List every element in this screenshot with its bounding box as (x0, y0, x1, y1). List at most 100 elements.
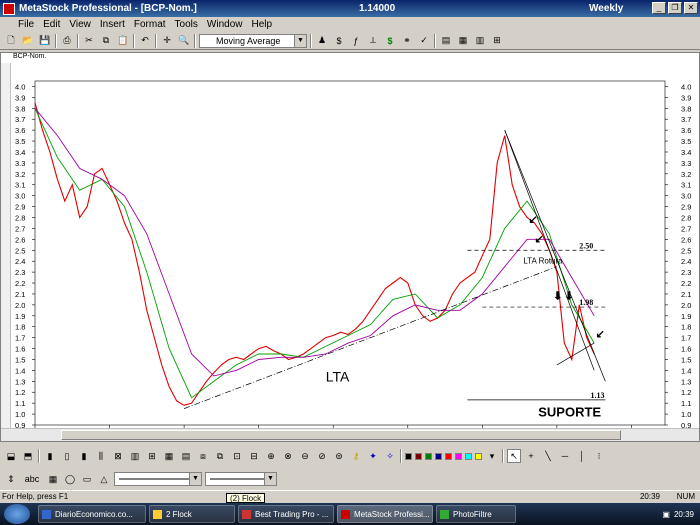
formula-icon[interactable]: ƒ (349, 34, 363, 48)
chevron-down-icon[interactable]: ▼ (264, 473, 276, 485)
y-tick-label-right: 2.3 (681, 268, 691, 277)
app-icon[interactable] (3, 2, 15, 15)
grid-icon[interactable]: ▦ (46, 472, 60, 486)
color-swatch[interactable] (465, 452, 472, 460)
line-style-icon[interactable]: ⫼ (94, 449, 108, 463)
line-style-select[interactable]: ▼ (114, 472, 202, 486)
trendline-tool-icon[interactable]: ╲ (541, 449, 555, 463)
network-icon[interactable]: ▣ (662, 510, 670, 519)
layout-tile-icon[interactable]: ▦ (456, 34, 470, 48)
gap-icon[interactable]: ⊟ (247, 449, 261, 463)
vertical-line-tool-icon[interactable]: │ (575, 449, 589, 463)
indicator-builder-icon[interactable]: ⟂ (366, 34, 380, 48)
key-icon[interactable]: ⚷ (349, 449, 363, 463)
expert-ribbon-icon[interactable]: ⊗ (281, 449, 295, 463)
new-icon[interactable]: 🗋 (4, 34, 18, 48)
cut-icon[interactable]: ✂ (82, 34, 96, 48)
task-best-trading[interactable]: Best Trading Pro - ... (238, 505, 334, 523)
menu-format[interactable]: Format (134, 19, 166, 30)
menu-file[interactable]: File (18, 19, 34, 30)
ellipse-tool-icon[interactable]: ◯ (63, 472, 77, 486)
more-tools-icon[interactable]: ⁝ (592, 449, 606, 463)
expert-symbols-icon[interactable]: ⊖ (298, 449, 312, 463)
pin-icon[interactable]: ✦ (366, 449, 380, 463)
scrollbar-thumb[interactable] (61, 430, 621, 440)
line-width-select[interactable]: ▼ (205, 472, 277, 486)
candle-style-icon[interactable]: ▮ (77, 449, 91, 463)
renko-icon[interactable]: ▥ (128, 449, 142, 463)
restore-icon[interactable]: ❐ (668, 2, 682, 14)
dollar-icon[interactable]: $ (383, 34, 397, 48)
color-swatch[interactable] (455, 452, 462, 460)
copy-icon[interactable]: ⧉ (99, 34, 113, 48)
system-tester-icon[interactable]: ✓ (417, 34, 431, 48)
start-button[interactable] (4, 504, 30, 524)
clock[interactable]: 20:39 (674, 510, 694, 519)
menu-edit[interactable]: Edit (43, 19, 60, 30)
periodicity-icon[interactable]: ⊡ (230, 449, 244, 463)
pointer-icon[interactable]: ↖ (507, 449, 521, 463)
point-figure-icon[interactable]: ⊠ (111, 449, 125, 463)
color-swatch[interactable] (425, 452, 432, 460)
layout-grid-icon[interactable]: ⊞ (490, 34, 504, 48)
close-icon[interactable]: ✕ (684, 2, 698, 14)
menu-window[interactable]: Window (207, 19, 243, 30)
color-swatch[interactable] (475, 452, 482, 460)
chevron-down-icon[interactable]: ▼ (294, 34, 306, 47)
rectangle-tool-icon[interactable]: ▭ (80, 472, 94, 486)
price-chart[interactable]: 4.0 4.0 3.9 3.9 3.8 3.8 3.7 3.7 3.6 3.6 3.5 3.5 3.4 3… (1, 63, 699, 440)
y-tick-label-right: 1.6 (681, 345, 691, 354)
undo-icon[interactable]: ↶ (138, 34, 152, 48)
kagi-icon[interactable]: ⊞ (145, 449, 159, 463)
text-tool-icon[interactable]: abc (21, 472, 43, 486)
bar-style-icon[interactable]: ▯ (60, 449, 74, 463)
print-icon[interactable]: ⎙ (60, 34, 74, 48)
task-flock[interactable]: 2 Flock (149, 505, 235, 523)
minimize-icon[interactable]: _ (652, 2, 666, 14)
open-icon[interactable]: 📂 (21, 34, 35, 48)
heikin-icon[interactable]: ⧉ (213, 449, 227, 463)
paste-icon[interactable]: 📋 (116, 34, 130, 48)
zoom-icon[interactable]: 🔍 (177, 34, 191, 48)
chevron-down-icon[interactable]: ▼ (189, 473, 201, 485)
decrease-bars-icon[interactable]: ⬒ (21, 449, 35, 463)
task-metastock[interactable]: MetaStock Professi... (337, 505, 433, 523)
candle-volume-icon[interactable]: ⧈ (196, 449, 210, 463)
status-num: NUM (676, 492, 695, 501)
horizontal-scrollbar[interactable] (1, 428, 699, 441)
save-icon[interactable]: 💾 (38, 34, 52, 48)
menu-tools[interactable]: Tools (175, 19, 198, 30)
layout-cascade-icon[interactable]: ▤ (439, 34, 453, 48)
color-dropdown-icon[interactable]: ▾ (485, 449, 499, 463)
task-photofiltre[interactable]: PhotoFiltre (436, 505, 516, 523)
crosshair-icon[interactable]: ✛ (160, 34, 174, 48)
color-swatch[interactable] (445, 452, 452, 460)
pin-remove-icon[interactable]: ✧ (383, 449, 397, 463)
menu-view[interactable]: View (69, 19, 91, 30)
spin-icon[interactable]: ⇕ (4, 472, 18, 486)
expert-icon[interactable]: ♟ (315, 34, 329, 48)
crosshair-tool-icon[interactable]: + (524, 449, 538, 463)
explorer-icon[interactable]: $ (332, 34, 346, 48)
binoculars-icon[interactable]: ⚭ (400, 34, 414, 48)
indicator-select[interactable]: Moving Average ▼ (199, 33, 307, 48)
y-tick-label-right: 1.3 (681, 377, 691, 386)
expert-highlights-icon[interactable]: ⊘ (315, 449, 329, 463)
expert-alerts-icon[interactable]: ⊜ (332, 449, 346, 463)
horizontal-line-tool-icon[interactable]: ─ (558, 449, 572, 463)
color-swatch[interactable] (415, 452, 422, 460)
color-swatch[interactable] (435, 452, 442, 460)
increase-bars-icon[interactable]: ⬓ (4, 449, 18, 463)
chart-style-icon[interactable]: ▮ (43, 449, 57, 463)
three-line-break-icon[interactable]: ▤ (179, 449, 193, 463)
layout-horizontal-icon[interactable]: ▥ (473, 34, 487, 48)
lta-label: LTA (326, 368, 350, 384)
equivolume-icon[interactable]: ▦ (162, 449, 176, 463)
y-tick-label-right: 2.0 (681, 301, 691, 310)
triangle-tool-icon[interactable]: △ (97, 472, 111, 486)
expert-advisor-icon[interactable]: ⊕ (264, 449, 278, 463)
color-swatch[interactable] (405, 452, 412, 460)
task-diario[interactable]: DiarioEconomico.co... (38, 505, 146, 523)
menu-help[interactable]: Help (251, 19, 272, 30)
menu-insert[interactable]: Insert (100, 19, 125, 30)
